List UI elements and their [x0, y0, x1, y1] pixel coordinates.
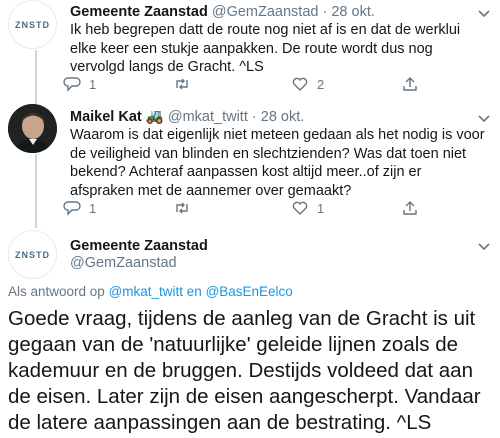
avatar[interactable]	[8, 104, 57, 153]
avatar-logo: ZNSTD	[15, 19, 50, 30]
author-handle[interactable]: @mkat_twitt	[168, 109, 248, 125]
share-icon	[403, 201, 417, 215]
author-handle[interactable]: @GemZaanstad	[70, 255, 177, 271]
tweet-text: Ik heb begrepen datt de route nog niet a…	[70, 22, 461, 75]
tweet-header: Maikel Kat 🚜 @mkat_twitt · 28 okt.	[70, 108, 304, 125]
tweet-text: Goede vraag, tijdens de aanleg van de Gr…	[8, 307, 481, 434]
share-button[interactable]	[401, 75, 419, 93]
avatar[interactable]: ZNSTD	[8, 230, 57, 279]
reply-button[interactable]: 1	[63, 75, 96, 93]
reply-count: 1	[89, 200, 97, 216]
author-name[interactable]: Maikel Kat	[70, 109, 142, 125]
share-button[interactable]	[401, 199, 419, 217]
chevron-down-icon[interactable]	[476, 5, 492, 21]
author-name[interactable]: Gemeente Zaanstad	[70, 4, 208, 20]
author-name[interactable]: Gemeente Zaanstad	[70, 238, 208, 254]
reply-prefix: Als antwoord op	[8, 284, 105, 299]
like-icon	[292, 201, 308, 215]
chevron-down-icon[interactable]	[476, 238, 492, 254]
thread-line	[35, 50, 37, 104]
separator: ·	[251, 109, 257, 125]
like-count: 1	[317, 200, 325, 216]
retweet-icon	[176, 202, 188, 214]
reply-context: Als antwoord op @mkat_twitt en @BasEnEel…	[8, 284, 293, 299]
retweet-button[interactable]	[173, 199, 199, 217]
retweet-button[interactable]	[173, 75, 199, 93]
author-handle[interactable]: @GemZaanstad	[212, 4, 319, 20]
chevron-down-icon[interactable]	[476, 110, 492, 126]
retweet-icon	[176, 78, 188, 90]
tweet-header: Gemeente Zaanstad @GemZaanstad · 28 okt.	[70, 4, 375, 20]
share-icon	[403, 77, 417, 91]
reply-icon	[63, 201, 81, 216]
reply-mentions[interactable]: @mkat_twitt en @BasEnEelco	[109, 284, 293, 299]
like-icon	[292, 77, 308, 91]
tweet-text: Waarom is dat eigenlijk niet meteen geda…	[70, 127, 485, 199]
tractor-icon: 🚜	[145, 109, 164, 125]
avatar[interactable]: ZNSTD	[8, 0, 57, 49]
tweet-date[interactable]: 28 okt.	[331, 4, 375, 20]
like-button[interactable]: 1	[291, 199, 324, 217]
reply-count: 1	[89, 76, 97, 92]
like-button[interactable]: 2	[291, 75, 324, 93]
avatar-logo: ZNSTD	[15, 249, 50, 260]
tweet-actions: 1 2	[63, 75, 423, 95]
thread-line	[35, 154, 37, 228]
like-count: 2	[317, 76, 325, 92]
reply-button[interactable]: 1	[63, 199, 96, 217]
avatar-photo	[8, 104, 57, 153]
reply-icon	[63, 77, 81, 92]
separator: ·	[322, 4, 328, 20]
tweet-date[interactable]: 28 okt.	[261, 109, 305, 125]
tweet-actions: 1 1	[63, 199, 423, 219]
